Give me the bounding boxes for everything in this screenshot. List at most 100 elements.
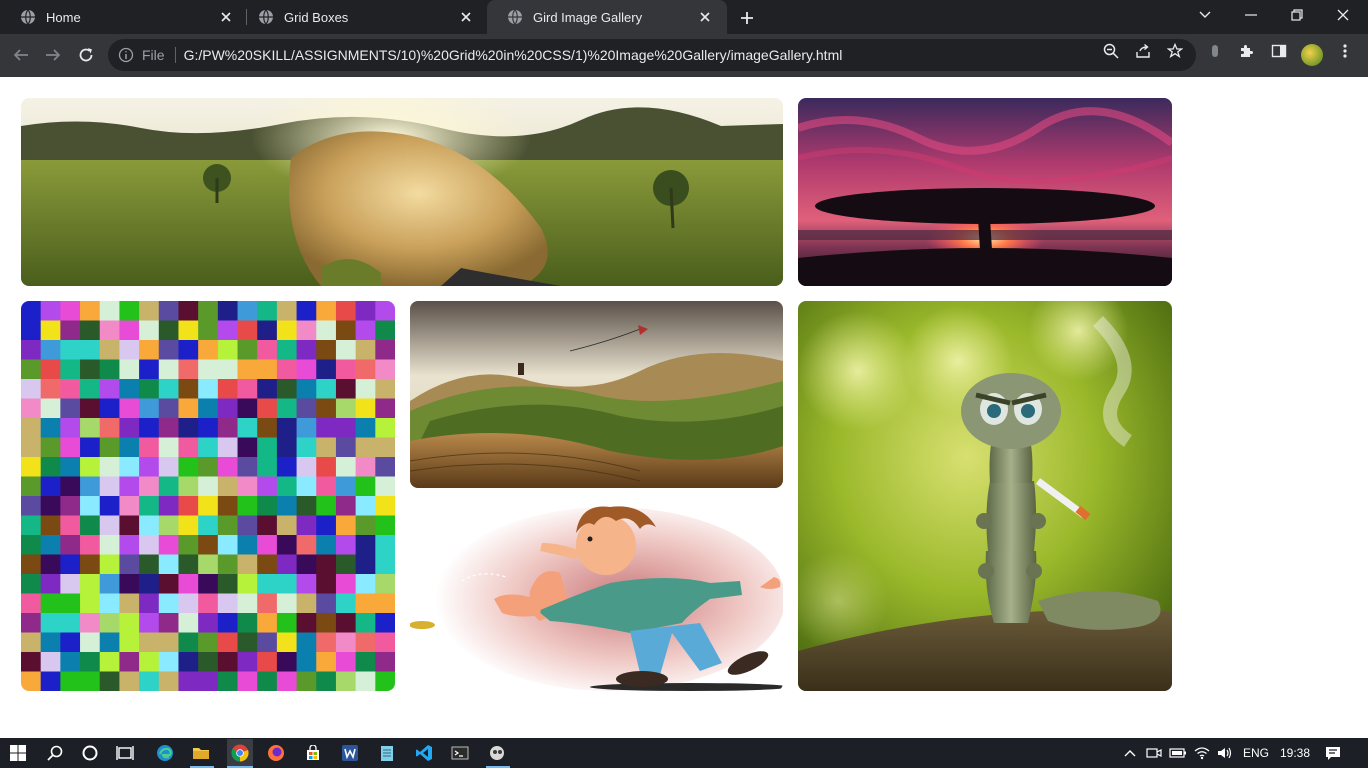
tray-clock[interactable]: 19:38 xyxy=(1280,746,1310,760)
tab-grid-boxes[interactable]: Grid Boxes xyxy=(238,0,488,34)
taskbar-chrome[interactable] xyxy=(227,739,253,767)
mosaic-cell xyxy=(198,340,219,361)
mosaic-cell xyxy=(99,496,121,517)
tab-home[interactable]: Home xyxy=(0,0,248,34)
mosaic-cell xyxy=(178,613,199,634)
close-icon[interactable] xyxy=(697,9,713,25)
notepad-icon xyxy=(381,746,393,761)
tray-language[interactable]: ENG xyxy=(1243,746,1269,760)
mosaic-cell xyxy=(60,535,81,556)
tab-gird-image-gallery[interactable]: Gird Image Gallery xyxy=(487,0,727,34)
notifications-button[interactable] xyxy=(1322,742,1344,764)
restore-button[interactable] xyxy=(1274,0,1320,30)
taskbar-firefox[interactable] xyxy=(265,742,287,764)
mosaic-cell xyxy=(217,574,239,595)
tray-meet-now[interactable] xyxy=(1143,742,1165,764)
mosaic-cell xyxy=(257,398,278,419)
new-tab-button[interactable] xyxy=(736,7,758,29)
start-button[interactable] xyxy=(7,742,29,764)
arrow-right-icon xyxy=(46,49,61,61)
mosaic-cell xyxy=(276,515,298,536)
volume-icon xyxy=(1218,747,1232,759)
mosaic-cell xyxy=(139,593,160,614)
mosaic-cell xyxy=(237,418,258,439)
mosaic-cell xyxy=(178,379,199,400)
taskbar-notepad[interactable] xyxy=(376,742,398,764)
taskbar-vscode[interactable] xyxy=(413,742,435,764)
minimize-button[interactable] xyxy=(1228,0,1274,30)
tray-overflow-button[interactable] xyxy=(1119,742,1141,764)
tray-wifi[interactable] xyxy=(1191,742,1213,764)
mosaic-cell xyxy=(276,359,298,380)
taskbar-app[interactable] xyxy=(486,742,508,764)
mosaic-cell xyxy=(21,301,42,322)
mosaic-cell xyxy=(40,652,61,673)
close-icon[interactable] xyxy=(218,9,234,25)
mosaic-cell xyxy=(80,379,101,400)
mosaic-cell xyxy=(198,554,219,575)
mosaic-cell xyxy=(40,379,61,400)
extensions-menu-button[interactable] xyxy=(1238,42,1256,60)
browser-menu-button[interactable] xyxy=(1336,42,1354,60)
mosaic-cell xyxy=(257,574,278,595)
mosaic-cell xyxy=(296,359,317,380)
taskbar-edge[interactable] xyxy=(154,742,176,764)
mosaic-cell xyxy=(40,613,61,634)
taskbar-word[interactable] xyxy=(339,742,361,764)
mosaic-cell xyxy=(237,613,258,634)
mosaic-cell xyxy=(40,418,61,439)
mosaic-cell xyxy=(40,515,61,536)
mosaic-cell xyxy=(119,457,140,478)
tray-battery[interactable] xyxy=(1167,742,1189,764)
info-icon[interactable] xyxy=(118,47,134,63)
mosaic-cell xyxy=(375,671,395,691)
mosaic-cell xyxy=(375,398,395,419)
mosaic-cell xyxy=(355,632,376,653)
folder-icon xyxy=(193,748,209,759)
cortana-button[interactable] xyxy=(79,742,101,764)
mosaic-cell xyxy=(21,476,42,497)
mosaic-cell xyxy=(119,574,140,595)
mosaic-cell xyxy=(80,476,101,497)
mosaic-cell xyxy=(276,418,298,439)
mosaic-cell xyxy=(80,671,101,691)
mosaic-cell xyxy=(355,496,376,517)
share-button[interactable] xyxy=(1134,42,1152,60)
profile-avatar[interactable] xyxy=(1301,44,1323,66)
mosaic-cell xyxy=(178,418,199,439)
forward-button[interactable] xyxy=(42,44,64,66)
tray-volume[interactable] xyxy=(1214,742,1236,764)
mosaic-cell xyxy=(296,613,317,634)
address-bar[interactable]: File G:/PW%20SKILL/ASSIGNMENTS/10)%20Gri… xyxy=(108,39,1196,71)
close-icon[interactable] xyxy=(458,9,474,25)
back-button[interactable] xyxy=(10,44,32,66)
mosaic-cell xyxy=(99,535,121,556)
side-panel-button[interactable] xyxy=(1270,42,1288,60)
extension-button[interactable] xyxy=(1206,42,1224,60)
taskbar-store[interactable] xyxy=(302,742,324,764)
taskbar-file-explorer[interactable] xyxy=(190,742,212,764)
zoom-button[interactable] xyxy=(1102,42,1120,60)
mosaic-cell xyxy=(119,671,140,691)
task-view-button[interactable] xyxy=(114,742,136,764)
tab-search-button[interactable] xyxy=(1182,0,1228,30)
mosaic-cell xyxy=(355,457,376,478)
reload-button[interactable] xyxy=(75,44,97,66)
mosaic-cell xyxy=(60,574,81,595)
mosaic-cell xyxy=(178,437,199,458)
gallery-page xyxy=(0,77,1368,738)
mosaic-cell xyxy=(296,554,317,575)
mosaic-cell xyxy=(355,340,376,361)
mosaic-cell xyxy=(355,379,376,400)
search-button[interactable] xyxy=(44,742,66,764)
mosaic-cell xyxy=(139,554,160,575)
bookmark-button[interactable] xyxy=(1166,42,1184,60)
mosaic-cell xyxy=(198,320,219,341)
url-text[interactable]: G:/PW%20SKILL/ASSIGNMENTS/10)%20Grid%20i… xyxy=(184,47,843,63)
mosaic-cell xyxy=(355,554,376,575)
mosaic-cell xyxy=(276,554,298,575)
taskbar-terminal[interactable] xyxy=(449,742,471,764)
close-window-button[interactable] xyxy=(1320,0,1366,30)
browser-toolbar: File G:/PW%20SKILL/ASSIGNMENTS/10)%20Gri… xyxy=(0,34,1368,77)
mosaic-cell xyxy=(335,535,357,556)
